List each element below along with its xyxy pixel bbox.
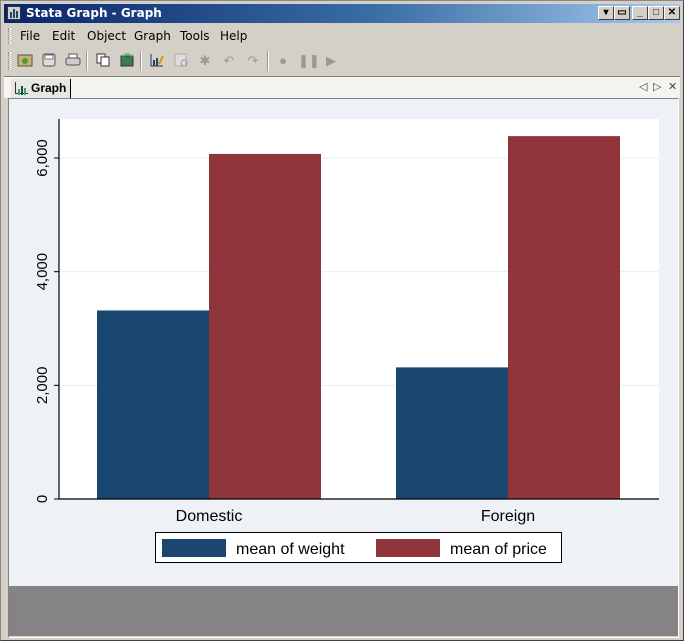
dock-button[interactable]: ▭ [614, 6, 630, 20]
redo-icon: ↷ [247, 53, 259, 68]
tab-graph-label: Graph [31, 81, 67, 95]
open-graph-button[interactable] [16, 52, 34, 70]
undo-icon: ↶ [223, 53, 235, 68]
bar-chart-icon [15, 82, 28, 95]
object-browser-icon [174, 53, 188, 67]
bar-mean-of-weight-domestic [97, 310, 209, 499]
bar-mean-of-weight-foreign [396, 367, 508, 499]
print-graph-button[interactable] [64, 52, 82, 70]
stata-graph-window: Stata Graph - Graph ▾ ▭ _ □ ✕ File Edit … [0, 0, 684, 641]
y-tick-label: 2,000 [34, 367, 51, 405]
menu-file[interactable]: File [20, 29, 40, 43]
stata-graph-icon [7, 6, 21, 20]
window-title: Stata Graph - Graph [26, 6, 162, 20]
y-tick-label: 4,000 [34, 253, 51, 291]
chart-edit-icon [150, 54, 164, 67]
menu-object[interactable]: Object [87, 29, 126, 43]
object-browser-button[interactable] [172, 52, 190, 70]
tab-scroll-right-icon[interactable]: ▷ [653, 80, 661, 93]
dock-window-icon: ▭ [617, 7, 627, 18]
toolbar-separator [140, 51, 142, 71]
toolbar-grip[interactable] [8, 52, 11, 70]
menubar-grip[interactable] [8, 28, 11, 44]
legend-swatch [376, 539, 440, 557]
record-icon: ● [279, 53, 287, 68]
rename-graph-button[interactable] [118, 52, 136, 70]
caret-down-icon: ▾ [603, 7, 609, 18]
window-menu-button[interactable]: ▾ [598, 6, 614, 20]
legend-label: mean of price [450, 541, 547, 558]
menu-graph[interactable]: Graph [134, 29, 171, 43]
play-button[interactable]: ▶ [322, 52, 340, 70]
graph-region: 0 2,000 4,000 6,000 Domestic Foreign mean of … [9, 99, 678, 586]
minimize-button[interactable]: _ [632, 6, 648, 20]
x-tick-label: Foreign [481, 508, 535, 525]
y-tick-label: 6,000 [34, 139, 51, 177]
save-graph-button[interactable] [40, 52, 58, 70]
graph-editor-button[interactable] [148, 52, 166, 70]
menu-bar: File Edit Object Graph Tools Help [4, 25, 680, 47]
redo-button[interactable]: ↷ [244, 52, 262, 70]
bar-chart: 0 2,000 4,000 6,000 Domestic Foreign mean of … [34, 119, 659, 563]
empty-graph-area [9, 586, 678, 636]
legend-swatch [162, 539, 226, 557]
toolbar: ✱ ↶ ↷ ● ❚❚ ▶ [4, 48, 344, 74]
toolbar-separator [267, 51, 269, 71]
undo-button[interactable]: ↶ [220, 52, 238, 70]
copy-graph-button[interactable] [94, 52, 112, 70]
toolbar-separator [86, 51, 88, 71]
close-icon: ✕ [667, 7, 677, 18]
record-button[interactable]: ● [274, 52, 292, 70]
x-tick-label: Domestic [176, 508, 243, 525]
bar-mean-of-price-domestic [209, 153, 321, 499]
maximize-button[interactable]: □ [648, 6, 664, 20]
tab-graph[interactable]: Graph [11, 79, 72, 98]
rename-icon [120, 53, 134, 67]
tab-close-icon[interactable]: ✕ [668, 80, 677, 93]
menu-tools[interactable]: Tools [180, 29, 210, 43]
graph-tab-strip: Graph ◁ ▷ ✕ [4, 76, 680, 98]
pause-icon: ❚❚ [298, 53, 320, 68]
y-tick-label: 0 [34, 495, 51, 503]
pause-button[interactable]: ❚❚ [298, 52, 320, 70]
bar-mean-of-price-foreign [508, 136, 620, 499]
legend-label: mean of weight [236, 541, 345, 558]
maximize-icon: □ [652, 7, 660, 18]
copy-icon [96, 53, 110, 67]
play-icon: ▶ [326, 53, 336, 68]
pointer-button[interactable]: ✱ [196, 52, 214, 70]
menu-help[interactable]: Help [220, 29, 247, 43]
tab-scroll-left-icon[interactable]: ◁ [639, 80, 647, 93]
title-bar[interactable]: Stata Graph - Graph ▾ ▭ _ □ ✕ [4, 4, 680, 23]
menu-edit[interactable]: Edit [52, 29, 75, 43]
folder-open-icon [17, 54, 33, 67]
printer-icon [65, 53, 81, 66]
floppy-disk-icon [42, 53, 56, 67]
minimize-icon: _ [637, 7, 643, 18]
pointer-icon: ✱ [199, 53, 211, 68]
close-button[interactable]: ✕ [664, 6, 680, 20]
